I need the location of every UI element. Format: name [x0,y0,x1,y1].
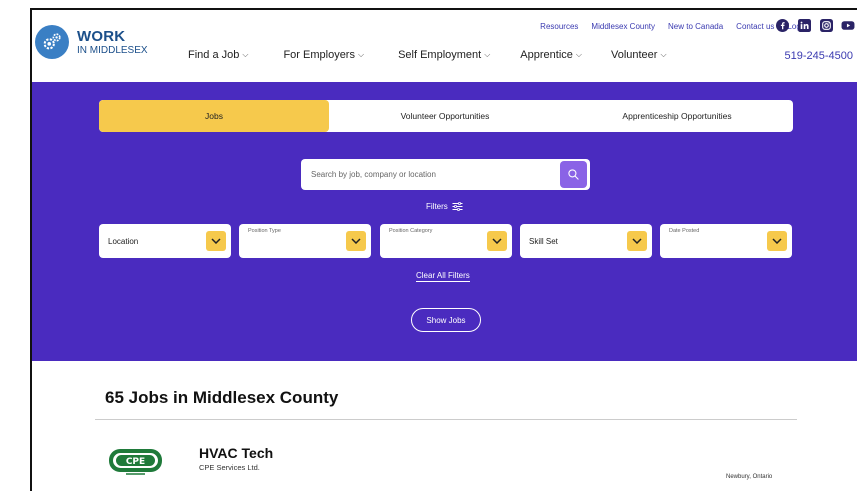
chevron-down-icon [487,231,507,251]
dropdown-value: Location [108,237,139,246]
browser-viewport: WORK IN MIDDLESEX Resources Middlesex Co… [30,8,857,491]
sliders-icon [452,202,463,211]
chevron-down-icon: ⌵ [357,50,365,59]
position-category-dropdown[interactable]: Position Category [380,224,512,258]
location-dropdown[interactable]: Location [99,224,231,258]
link-contact-us[interactable]: Contact us [736,22,774,31]
nav-self-employment[interactable]: Self Employment ⌵ [398,49,490,61]
link-new-to-canada[interactable]: New to Canada [668,22,723,31]
job-location: Newbury, Ontario [726,474,773,480]
job-title-link[interactable]: HVAC Tech [199,445,273,461]
instagram-icon[interactable] [819,18,833,32]
main-nav: Find a Job ⌵ For Employers ⌵ Self Employme… [188,49,667,61]
job-company: CPE Services Ltd. [199,463,260,472]
link-middlesex-county[interactable]: Middlesex County [591,22,655,31]
clear-all-filters-link[interactable]: Clear All Filters [416,271,470,282]
company-logo[interactable]: CPE [108,447,163,477]
divider [95,419,797,420]
chevron-down-icon: ⌵ [484,50,491,59]
linkedin-icon[interactable] [797,18,811,32]
phone-number[interactable]: 519-245-4500 [784,50,853,62]
gear-logo-icon [35,25,69,59]
position-type-dropdown[interactable]: Position Type [239,224,371,258]
link-resources[interactable]: Resources [540,22,578,31]
nav-find-a-job[interactable]: Find a Job ⌵ [188,49,248,61]
site-header: WORK IN MIDDLESEX Resources Middlesex Co… [32,10,857,82]
search-icon [568,169,579,180]
social-links [775,18,855,32]
site-logo[interactable]: WORK IN MIDDLESEX [35,25,148,59]
tab-volunteer-opportunities[interactable]: Volunteer Opportunities [329,100,561,132]
show-jobs-button[interactable]: Show Jobs [411,308,481,332]
search-placeholder: Search by job, company or location [311,170,436,179]
job-search-panel: Jobs Volunteer Opportunities Apprentices… [32,82,857,361]
search-input[interactable]: Search by job, company or location [301,159,590,190]
date-posted-dropdown[interactable]: Date Posted [660,224,792,258]
facebook-icon[interactable] [775,18,789,32]
nav-for-employers[interactable]: For Employers ⌵ [283,49,364,61]
youtube-icon[interactable] [841,18,855,32]
nav-apprentice[interactable]: Apprentice ⌵ [520,49,582,61]
utility-links: Resources Middlesex County New to Canada… [540,22,807,31]
chevron-down-icon: ⌵ [242,50,249,59]
chevron-down-icon: ⌵ [660,50,667,59]
dropdown-label: Position Type [248,228,281,234]
chevron-down-icon [206,231,226,251]
filters-toggle[interactable]: Filters [426,202,463,211]
search-button[interactable] [560,161,587,188]
dropdown-value: Skill Set [529,237,558,246]
tab-jobs[interactable]: Jobs [99,100,329,132]
skill-set-dropdown[interactable]: Skill Set [520,224,652,258]
chevron-down-icon [627,231,647,251]
tab-apprenticeship-opportunities[interactable]: Apprenticeship Opportunities [561,100,793,132]
chevron-down-icon [346,231,366,251]
chevron-down-icon: ⌵ [575,50,582,59]
dropdown-label: Position Category [389,228,433,234]
logo-subtitle: IN MIDDLESEX [77,44,148,56]
dropdown-label: Date Posted [669,228,700,234]
nav-volunteer[interactable]: Volunteer ⌵ [611,49,667,61]
results-heading: 65 Jobs in Middlesex County [105,388,339,407]
chevron-down-icon [767,231,787,251]
logo-brand: WORK [77,27,126,45]
company-logo-text: CPE [126,457,145,467]
search-type-tabs: Jobs Volunteer Opportunities Apprentices… [99,100,793,132]
